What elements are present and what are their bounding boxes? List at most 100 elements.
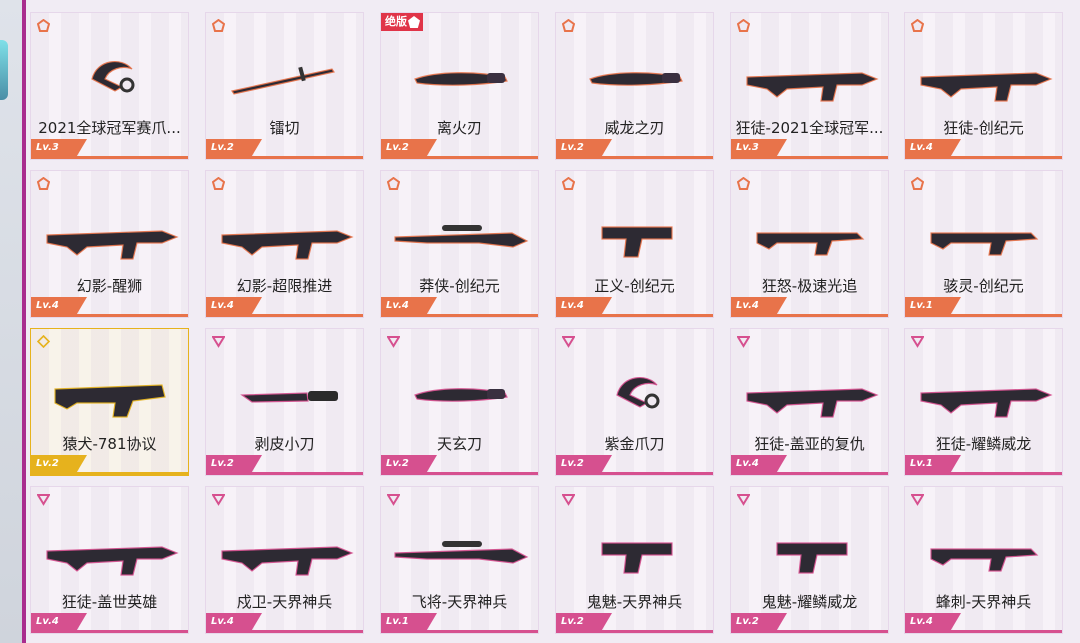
skin-card[interactable]: 蜂刺-天界神兵 Lv.4: [904, 486, 1063, 634]
skin-card[interactable]: 狂徒-盖世英雄 Lv.4: [30, 486, 189, 634]
skin-card[interactable]: 狂徒-耀鳞威龙 Lv.1: [904, 328, 1063, 476]
tier-triangle-icon: [387, 336, 400, 348]
tier-triangle-icon: [212, 336, 225, 348]
skin-card[interactable]: 戍卫-天界神兵 Lv.4: [205, 486, 364, 634]
scrollbar[interactable]: [22, 0, 26, 643]
tier-pentagon-icon: [37, 177, 50, 190]
tier-pentagon-icon: [387, 177, 400, 190]
dagger-icon: [562, 39, 709, 115]
skin-name: 幻影-醒狮: [76, 277, 143, 295]
skin-card[interactable]: 天玄刀 Lv.2: [380, 328, 539, 476]
skin-card[interactable]: 猿犬-781协议 Lv.2: [30, 328, 189, 476]
bulldog-icon: [37, 355, 184, 431]
skin-card[interactable]: 镭切 Lv.2: [205, 12, 364, 160]
exclusive-badge: 绝版: [381, 13, 423, 31]
skin-name: 戍卫-天界神兵: [236, 593, 333, 611]
tier-underline: [905, 472, 1062, 475]
skin-card[interactable]: 狂怒-极速光追 Lv.4: [730, 170, 889, 318]
tier-underline: [381, 314, 538, 317]
tier-pentagon-icon: [737, 177, 750, 190]
skin-card[interactable]: 莽侠-创纪元 Lv.4: [380, 170, 539, 318]
skin-card[interactable]: 剥皮小刀 Lv.2: [205, 328, 364, 476]
pistol-icon: [562, 513, 709, 589]
knife-icon: [212, 355, 359, 431]
skin-card[interactable]: 狂徒-2021全球冠军... Lv.3: [730, 12, 889, 160]
tier-pentagon-icon: [562, 19, 575, 32]
left-decoration: [0, 0, 22, 643]
pistol-icon: [737, 513, 884, 589]
tier-pentagon-icon: [562, 177, 575, 190]
skin-card[interactable]: 绝版 离火刃 Lv.2: [380, 12, 539, 160]
skin-name: 飞将-天界神兵: [411, 593, 508, 611]
tier-underline: [31, 156, 188, 159]
tier-underline: [731, 156, 888, 159]
skin-name: 剥皮小刀: [254, 435, 315, 453]
tier-underline: [556, 630, 713, 633]
skin-name: 鬼魅-耀鳞威龙: [761, 593, 858, 611]
skin-name: 离火刃: [436, 119, 482, 137]
skin-card[interactable]: 2021全球冠军赛爪... Lv.3: [30, 12, 189, 160]
smg-icon: [911, 197, 1058, 273]
tier-underline: [731, 472, 888, 475]
skin-grid: 2021全球冠军赛爪... Lv.3 镭切 Lv.2 绝版 离火刃 Lv.2 威龙之刃 Lv.2…: [30, 12, 1080, 643]
sniper-icon: [387, 197, 534, 273]
tier-underline: [905, 314, 1062, 317]
tier-underline: [905, 630, 1062, 633]
tier-underline: [381, 630, 538, 633]
skin-card[interactable]: 幻影-醒狮 Lv.4: [30, 170, 189, 318]
rifle-icon: [911, 355, 1058, 431]
pistol-icon: [562, 197, 709, 273]
skin-card[interactable]: 飞将-天界神兵 Lv.1: [380, 486, 539, 634]
skin-name: 狂徒-创纪元: [943, 119, 1024, 137]
tier-underline: [206, 472, 363, 475]
skin-name: 骇灵-创纪元: [943, 277, 1024, 295]
tier-underline: [31, 472, 188, 475]
tier-underline: [731, 314, 888, 317]
skin-card[interactable]: 鬼魅-天界神兵 Lv.2: [555, 486, 714, 634]
skin-name: 狂徒-盖亚的复仇: [754, 435, 865, 453]
tier-triangle-icon: [737, 336, 750, 348]
rifle-icon: [737, 355, 884, 431]
curved-blade-icon: [387, 355, 534, 431]
tier-triangle-icon: [562, 494, 575, 506]
skin-card[interactable]: 狂徒-创纪元 Lv.4: [904, 12, 1063, 160]
skin-name: 莽侠-创纪元: [419, 277, 500, 295]
skin-name: 2021全球冠军赛爪...: [38, 119, 181, 137]
tier-triangle-icon: [737, 494, 750, 506]
skin-name: 狂怒-极速光追: [761, 277, 858, 295]
tier-underline: [556, 314, 713, 317]
skin-name: 威龙之刃: [604, 119, 665, 137]
tier-pentagon-icon: [212, 19, 225, 32]
skin-card[interactable]: 狂徒-盖亚的复仇 Lv.4: [730, 328, 889, 476]
tier-underline: [905, 156, 1062, 159]
rifle-icon: [212, 197, 359, 273]
skin-card[interactable]: 正义-创纪元 Lv.4: [555, 170, 714, 318]
skin-card[interactable]: 紫金爪刀 Lv.2: [555, 328, 714, 476]
skin-name: 天玄刀: [436, 435, 482, 453]
knife-karambit-icon: [37, 39, 184, 115]
tier-underline: [731, 630, 888, 633]
skin-card[interactable]: 威龙之刃 Lv.2: [555, 12, 714, 160]
smg-icon: [737, 197, 884, 273]
skin-name: 狂徒-盖世英雄: [61, 593, 158, 611]
skin-card[interactable]: 骇灵-创纪元 Lv.1: [904, 170, 1063, 318]
tier-pentagon-icon: [408, 16, 420, 28]
rifle-icon: [212, 513, 359, 589]
skin-name: 蜂刺-天界神兵: [935, 593, 1032, 611]
tier-pentagon-icon: [911, 177, 924, 190]
tier-pentagon-icon: [212, 177, 225, 190]
tier-triangle-icon: [37, 494, 50, 506]
skin-name: 紫金爪刀: [604, 435, 665, 453]
left-accent-icon: [0, 40, 8, 100]
tier-triangle-icon: [212, 494, 225, 506]
tier-underline: [31, 630, 188, 633]
skin-card[interactable]: 鬼魅-耀鳞威龙 Lv.2: [730, 486, 889, 634]
tier-triangle-icon: [911, 494, 924, 506]
tier-underline: [381, 156, 538, 159]
skin-card[interactable]: 幻影-超限推进 Lv.4: [205, 170, 364, 318]
skin-name: 正义-创纪元: [594, 277, 675, 295]
tier-triangle-icon: [387, 494, 400, 506]
tier-triangle-icon: [911, 336, 924, 348]
tier-underline: [206, 156, 363, 159]
skin-name: 狂徒-2021全球冠军...: [735, 119, 884, 137]
